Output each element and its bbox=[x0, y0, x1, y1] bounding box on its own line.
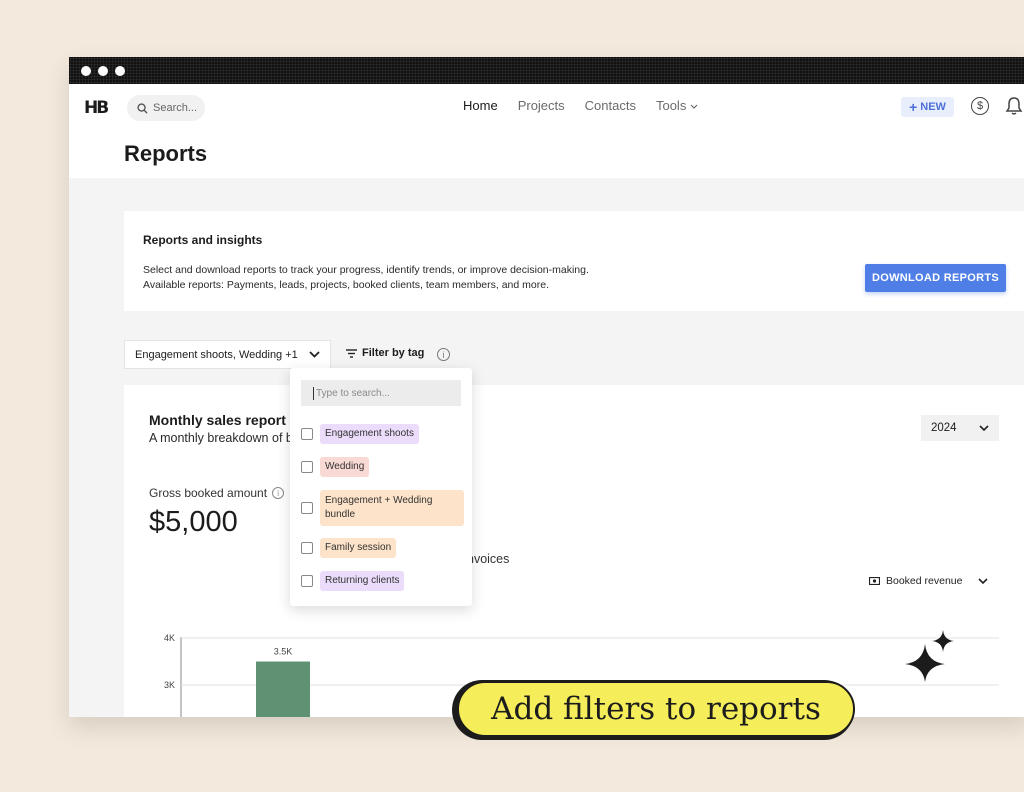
search-input[interactable]: Search... bbox=[127, 95, 205, 121]
gross-booked-label: Gross booked amount i bbox=[149, 486, 285, 500]
insights-desc-line: Available reports: Payments, leads, proj… bbox=[143, 279, 549, 291]
chevron-down-icon bbox=[979, 425, 989, 431]
window-titlebar bbox=[69, 57, 1024, 84]
main-nav: Home Projects Contacts Tools bbox=[463, 98, 698, 113]
dropdown-option[interactable]: Engagement shoots bbox=[301, 424, 419, 444]
tag-pill: Wedding bbox=[320, 457, 370, 477]
page-title: Reports bbox=[124, 141, 208, 166]
filter-by-tag-button[interactable]: Filter by tag bbox=[346, 347, 424, 359]
metric-select[interactable]: Booked revenue bbox=[869, 575, 989, 587]
gross-booked-label-text: Gross booked amount bbox=[149, 486, 268, 500]
search-placeholder: Search... bbox=[153, 102, 198, 114]
tag-pill: Returning clients bbox=[320, 571, 405, 591]
insights-description: Select and download reports to track you… bbox=[143, 263, 589, 293]
chevron-down-icon bbox=[309, 351, 320, 358]
info-icon[interactable]: i bbox=[437, 348, 450, 361]
window-control-dot[interactable] bbox=[115, 66, 125, 76]
reports-insights-card: Reports and insights Select and download… bbox=[124, 211, 1024, 311]
year-select[interactable]: 2024 bbox=[921, 415, 999, 441]
window-control-dot[interactable] bbox=[98, 66, 108, 76]
nav-link-home[interactable]: Home bbox=[463, 98, 498, 113]
checkbox[interactable] bbox=[301, 428, 313, 440]
tag-filter-dropdown: Type to search... Engagement shoots Wedd… bbox=[290, 368, 472, 606]
info-icon[interactable]: i bbox=[272, 487, 285, 499]
filter-icon bbox=[346, 348, 357, 358]
gross-booked-value: $5,000 bbox=[149, 506, 238, 538]
chart-bar[interactable] bbox=[256, 661, 310, 718]
new-button[interactable]: + NEW bbox=[901, 97, 954, 117]
chevron-down-icon bbox=[690, 104, 698, 109]
dropdown-option[interactable]: Engagement + Wedding bundle bbox=[301, 490, 464, 526]
browser-window: HB Search... Home Projects Contacts Tool… bbox=[69, 57, 1024, 717]
checkbox[interactable] bbox=[301, 542, 313, 554]
text-caret bbox=[313, 386, 314, 400]
dropdown-option[interactable]: Returning clients bbox=[301, 571, 405, 591]
checkbox[interactable] bbox=[301, 575, 313, 587]
chevron-down-icon bbox=[978, 578, 989, 584]
window-control-dot[interactable] bbox=[81, 66, 91, 76]
insights-title: Reports and insights bbox=[143, 233, 263, 247]
report-subtitle: A monthly breakdown of b bbox=[149, 431, 293, 445]
tag-pill: Engagement + Wedding bundle bbox=[320, 490, 464, 526]
promo-banner: Add filters to reports bbox=[457, 681, 855, 737]
y-tick-label: 3K bbox=[164, 680, 175, 690]
tag-select-value: Engagement shoots, Wedding +1 bbox=[135, 348, 298, 361]
download-reports-button[interactable]: DOWNLOAD REPORTS bbox=[865, 264, 1006, 292]
nav-link-tools-label: Tools bbox=[655, 98, 687, 113]
metric-select-value: Booked revenue bbox=[886, 575, 963, 587]
bell-icon[interactable] bbox=[1005, 96, 1023, 116]
insights-desc-line: Select and download reports to track you… bbox=[143, 264, 589, 276]
year-select-value: 2024 bbox=[931, 422, 957, 434]
checkbox[interactable] bbox=[301, 502, 313, 514]
top-navbar: HB Search... Home Projects Contacts Tool… bbox=[69, 84, 1024, 130]
dropdown-search-placeholder: Type to search... bbox=[316, 387, 390, 399]
checkbox[interactable] bbox=[301, 461, 313, 473]
filter-by-tag-label: Filter by tag bbox=[362, 347, 425, 359]
new-button-label: NEW bbox=[920, 101, 946, 113]
money-icon bbox=[869, 577, 880, 585]
tag-select[interactable]: Engagement shoots, Wedding +1 bbox=[124, 340, 331, 369]
dropdown-option[interactable]: Wedding bbox=[301, 457, 370, 477]
monthly-sales-card: Monthly sales report A monthly breakdown… bbox=[124, 385, 1024, 717]
dropdown-option[interactable]: Family session bbox=[301, 538, 397, 558]
sparkle-icon bbox=[905, 630, 954, 682]
tag-pill: Family session bbox=[320, 538, 397, 558]
dollar-icon[interactable]: $ bbox=[971, 97, 989, 115]
nav-link-contacts[interactable]: Contacts bbox=[585, 98, 636, 113]
bar-data-label: 3.5K bbox=[274, 647, 293, 657]
dropdown-search-input[interactable]: Type to search... bbox=[301, 380, 461, 406]
report-title: Monthly sales report bbox=[149, 412, 286, 428]
tag-pill: Engagement shoots bbox=[320, 424, 419, 444]
plus-icon: + bbox=[909, 99, 918, 115]
y-tick-label: 4K bbox=[164, 633, 175, 643]
search-icon bbox=[137, 102, 148, 114]
hb-logo[interactable]: HB bbox=[84, 98, 109, 118]
nav-link-tools[interactable]: Tools bbox=[656, 98, 698, 113]
invoices-label: nvoices bbox=[467, 552, 510, 566]
nav-link-projects[interactable]: Projects bbox=[518, 98, 565, 113]
